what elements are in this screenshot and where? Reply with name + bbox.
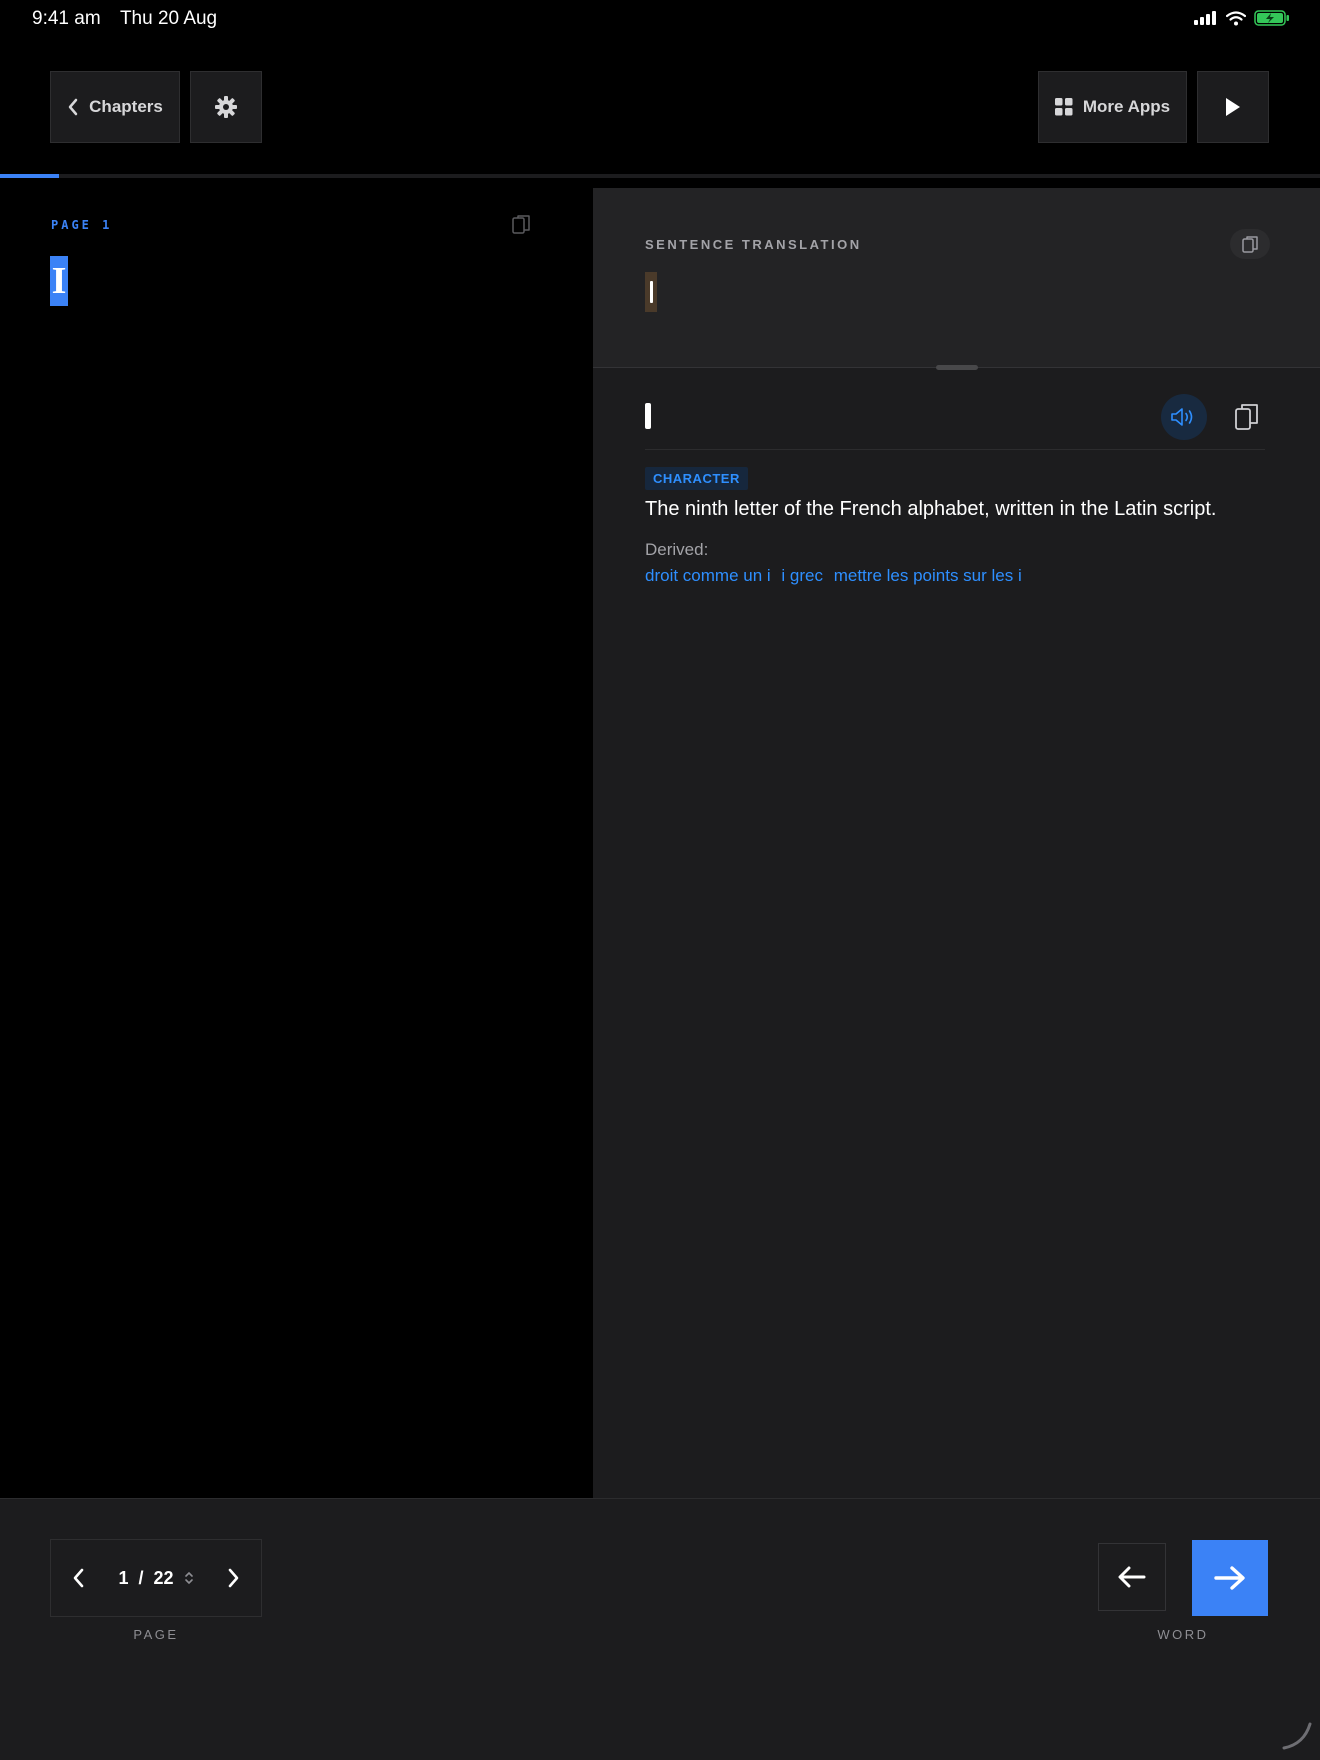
settings-button[interactable]: [190, 71, 262, 143]
status-date: Thu 20 Aug: [119, 8, 218, 29]
chevron-up-down-icon: [184, 1571, 193, 1585]
copy-icon: [512, 215, 530, 234]
headword-glyph: [645, 403, 651, 429]
translation-word-glyph: [649, 281, 653, 303]
page-selector[interactable]: 1 / 22: [118, 1568, 193, 1589]
gear-icon: [215, 96, 237, 118]
selected-word-token[interactable]: I: [50, 256, 68, 306]
copy-page-button[interactable]: [512, 214, 531, 241]
reading-progress-track: [0, 174, 1320, 178]
more-apps-button[interactable]: More Apps: [1038, 71, 1187, 143]
page-label: PAGE 1: [51, 218, 113, 232]
arrow-right-icon: [1214, 1566, 1245, 1590]
chevron-right-icon[interactable]: [225, 1567, 241, 1589]
translation-word-highlight: [645, 272, 657, 312]
word-nav-label: WORD: [1157, 1627, 1209, 1642]
copy-icon: [1235, 404, 1258, 430]
page-pager: 1 / 22: [50, 1539, 262, 1617]
chapters-button[interactable]: Chapters: [50, 71, 180, 143]
previous-word-button[interactable]: [1098, 1543, 1166, 1611]
sentence-translation-label: SENTENCE TRANSLATION: [645, 237, 862, 252]
cellular-signal-icon: [1194, 11, 1216, 25]
resize-handle[interactable]: [936, 365, 978, 370]
current-page: 1: [118, 1567, 129, 1588]
chevron-left-icon: [68, 98, 78, 116]
part-of-speech-badge: CHARACTER: [645, 467, 748, 490]
chapters-label: Chapters: [89, 97, 163, 116]
play-button[interactable]: [1197, 71, 1269, 143]
reading-progress-fill: [0, 174, 60, 178]
dictionary-panel: [593, 188, 1320, 1498]
page-nav-label: PAGE: [133, 1627, 179, 1642]
status-time: 9:41 am: [32, 8, 101, 29]
copy-icon: [1241, 235, 1258, 253]
more-apps-label: More Apps: [1082, 97, 1171, 116]
copy-entry-button[interactable]: [1228, 398, 1266, 436]
derived-terms: droit comme un i i grec mettre les point…: [645, 566, 1022, 586]
resize-corner-icon: [1282, 1722, 1312, 1750]
arrow-left-icon: [1118, 1566, 1146, 1588]
derived-term-link[interactable]: mettre les points sur les i: [834, 566, 1022, 585]
grid-icon: [1054, 98, 1073, 116]
speaker-icon: [1171, 408, 1193, 426]
next-word-button[interactable]: [1192, 1540, 1268, 1616]
entry-divider: [645, 449, 1265, 450]
derived-term-link[interactable]: droit comme un i: [645, 566, 771, 585]
play-icon: [1226, 98, 1240, 116]
page-separator: /: [138, 1567, 144, 1588]
status-bar-left: 9:41 am Thu 20 Aug: [32, 8, 217, 30]
chevron-left-icon[interactable]: [71, 1567, 87, 1589]
copy-translation-button[interactable]: [1230, 229, 1270, 259]
status-bar-right: [1194, 10, 1290, 26]
derived-term-link[interactable]: i grec: [781, 566, 823, 585]
translation-box: [593, 188, 1320, 368]
derived-label: Derived:: [645, 540, 709, 559]
wifi-icon: [1226, 10, 1246, 25]
pronounce-button[interactable]: [1161, 394, 1207, 440]
definition-text: The ninth letter of the French alphabet,…: [645, 498, 1217, 520]
battery-charging-icon: [1254, 10, 1289, 26]
total-pages: 22: [153, 1567, 174, 1588]
